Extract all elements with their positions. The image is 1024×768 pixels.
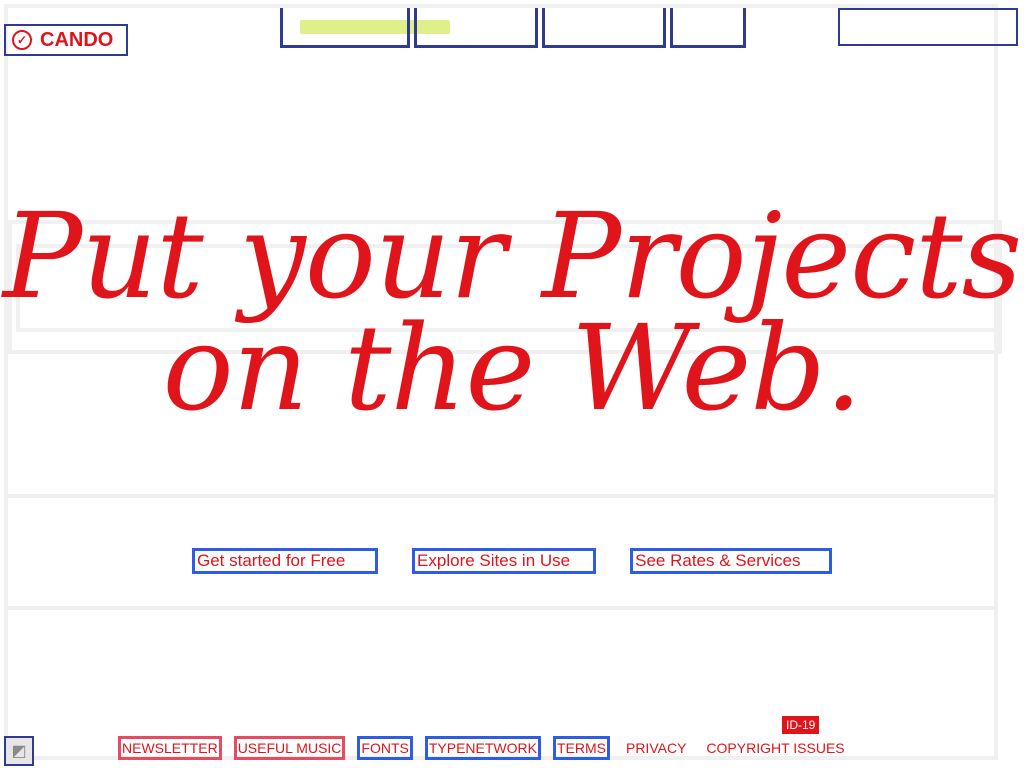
footer-link-privacy[interactable]: PRIVACY bbox=[622, 736, 690, 760]
cta-row: Get started for Free Explore Sites in Us… bbox=[192, 548, 832, 574]
footer-link-newsletter[interactable]: NEWSLETTER bbox=[118, 736, 222, 760]
site-logo[interactable]: ✓ CANDO bbox=[4, 24, 128, 56]
covid-badge[interactable]: ID-19 bbox=[782, 716, 820, 734]
footer-link-terms[interactable]: TERMS bbox=[552, 736, 610, 760]
get-started-button[interactable]: Get started for Free bbox=[192, 548, 379, 574]
footer-link-fonts[interactable]: FONTS bbox=[357, 736, 413, 760]
nav-button-2[interactable] bbox=[414, 8, 538, 48]
footer-image-icon[interactable]: ◩ bbox=[4, 736, 34, 766]
check-icon: ✓ bbox=[12, 30, 32, 50]
header-image bbox=[838, 8, 1018, 46]
hero-heading-line-1: Put your Projects bbox=[2, 187, 1022, 325]
logo-wordmark: CANDO bbox=[40, 29, 114, 51]
footer-link-copyright[interactable]: COPYRIGHT ISSUES bbox=[702, 736, 848, 760]
see-rates-button[interactable]: See Rates & Services bbox=[630, 548, 832, 574]
footer-links: NEWSLETTER USEFUL MUSIC FONTS TYPENETWOR… bbox=[118, 736, 849, 760]
hero-section: Put your Projects on the Web. bbox=[0, 187, 1024, 438]
top-navigation bbox=[280, 0, 750, 48]
hero-heading-line-2: on the Web. bbox=[162, 299, 863, 438]
footer-link-useful-music[interactable]: USEFUL MUSIC bbox=[233, 736, 346, 760]
explore-sites-button[interactable]: Explore Sites in Use bbox=[412, 548, 597, 574]
nav-button-1[interactable] bbox=[280, 8, 410, 48]
nav-button-3[interactable] bbox=[542, 8, 666, 48]
nav-button-4[interactable] bbox=[670, 8, 746, 48]
hero-heading: Put your Projects on the Web. bbox=[0, 187, 1024, 438]
footer-link-typenetwork[interactable]: TYPENETWORK bbox=[424, 736, 541, 760]
